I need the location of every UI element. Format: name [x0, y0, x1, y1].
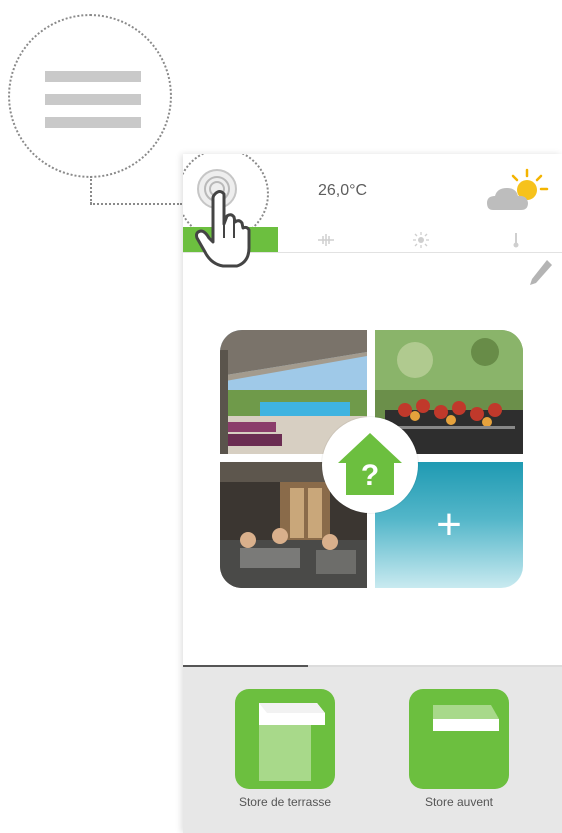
home-help-badge[interactable]: ? [322, 417, 418, 513]
device-store-terrasse[interactable]: Store de terrasse [215, 689, 355, 809]
hamburger-line-icon [45, 71, 141, 82]
plus-icon: + [436, 500, 462, 549]
device-store-auvent[interactable]: Store auvent [389, 689, 529, 809]
pointer-hand-icon [195, 190, 251, 268]
home-help-icon: ? [338, 433, 402, 495]
app-screen: 26,0°C + ? Store de terrasse Store auven… [183, 154, 562, 833]
edit-pencil-icon[interactable] [527, 256, 555, 290]
menu-zoom-callout [8, 14, 172, 178]
sun-icon [412, 231, 429, 248]
tab-sun[interactable] [373, 227, 468, 252]
callout-connector [90, 176, 92, 204]
tab-temperature[interactable] [468, 227, 562, 252]
terrace-awning-icon [235, 689, 335, 789]
partly-sunny-icon [487, 168, 549, 210]
device-label: Store auvent [424, 795, 494, 809]
hamburger-line-icon [45, 117, 141, 128]
wind-icon [317, 233, 334, 246]
scene-grid: + ? [220, 330, 523, 588]
hamburger-line-icon [45, 94, 141, 105]
device-bar: Store de terrasse Store auvent [183, 667, 562, 833]
callout-connector [90, 203, 182, 205]
temperature-readout: 26,0°C [318, 182, 368, 199]
canopy-awning-icon [409, 689, 509, 789]
device-label: Store de terrasse [238, 795, 332, 809]
thermometer-icon [513, 232, 518, 247]
svg-text:?: ? [361, 459, 379, 492]
tab-wind[interactable] [278, 227, 373, 252]
